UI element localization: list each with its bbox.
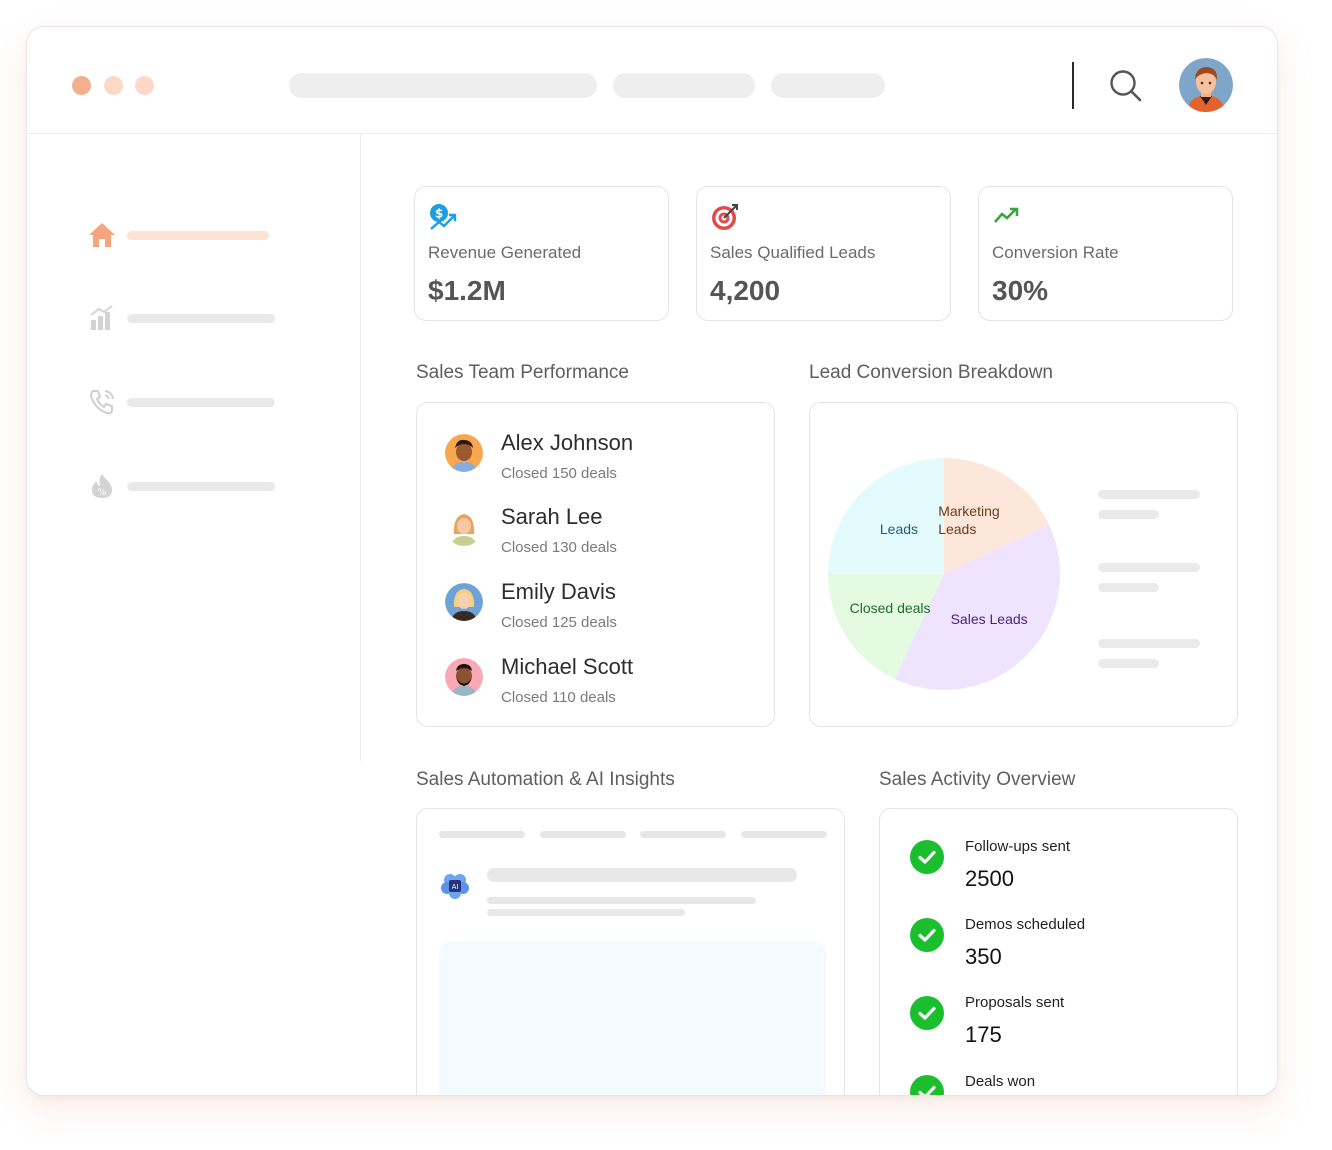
activity-label: Demos scheduled [965, 916, 1086, 933]
team-member[interactable]: Sarah Lee Closed 130 deals [445, 504, 765, 564]
activity-item: Demos scheduled 350 [910, 916, 1210, 978]
trend-up-icon [994, 207, 1019, 223]
sidebar-item-offers[interactable]: % [87, 471, 277, 501]
ai-tab-placeholder[interactable] [540, 831, 626, 838]
kpi-label: Conversion Rate [992, 243, 1119, 262]
ai-insight-title-placeholder [487, 868, 797, 882]
legend-placeholder [1098, 639, 1200, 648]
activity-item: Deals won [910, 1073, 1210, 1095]
text-cursor [1072, 62, 1074, 109]
ai-card: AI [416, 808, 845, 1095]
team-member[interactable]: Alex Johnson Closed 150 deals [445, 430, 765, 490]
kpi-value: 30% [992, 275, 1049, 306]
app-window: % $ Revenue Generated $1.2M Sales Qualif… [26, 26, 1278, 1096]
breakdown-section-title: Lead Conversion Breakdown [809, 362, 1053, 383]
activity-value: 2500 [965, 866, 1014, 891]
activity-item: Proposals sent 175 [910, 994, 1210, 1056]
activity-card: Follow-ups sent 2500 Demos scheduled 350… [879, 808, 1238, 1095]
pie-slice-label: Leads [879, 520, 919, 537]
avatar [445, 658, 483, 696]
pie-slice-label: Marketing Leads [938, 503, 1000, 538]
activity-section-title: Sales Activity Overview [879, 769, 1076, 790]
sidebar-divider [360, 134, 361, 761]
window-maximize-dot[interactable] [135, 76, 154, 95]
legend-placeholder [1098, 510, 1159, 519]
ai-insight-line-placeholder [487, 897, 756, 904]
sidebar-item-label-placeholder [127, 314, 275, 323]
avatar [445, 583, 483, 621]
activity-item: Follow-ups sent 2500 [910, 838, 1210, 900]
member-deals: Closed 130 deals [501, 539, 617, 556]
window-close-dot[interactable] [72, 76, 91, 95]
legend-placeholder [1098, 490, 1200, 499]
svg-text:$: $ [435, 207, 443, 221]
ai-tab-placeholder[interactable] [439, 831, 525, 838]
breakdown-card: Marketing Leads Sales Leads Closed deals Le… [809, 402, 1238, 727]
member-name: Alex Johnson [501, 430, 634, 455]
pie-slice-label: Closed deals [849, 600, 931, 617]
legend-placeholder [1098, 583, 1159, 592]
activity-label: Deals won [965, 1073, 1036, 1090]
member-deals: Closed 150 deals [501, 465, 617, 482]
window-minimize-dot[interactable] [104, 76, 123, 95]
team-member[interactable]: Michael Scott Closed 110 deals [445, 654, 765, 714]
team-member[interactable]: Emily Davis Closed 125 deals [445, 579, 765, 639]
ai-section-title: Sales Automation & AI Insights [416, 769, 675, 790]
activity-value: 350 [965, 944, 1002, 969]
revenue-icon: $ [430, 204, 457, 230]
sidebar-item-analytics[interactable] [87, 303, 277, 333]
sidebar-item-label-placeholder [127, 231, 269, 240]
member-deals: Closed 125 deals [501, 614, 617, 631]
check-icon [910, 840, 944, 874]
nav-tab-placeholder-1[interactable] [289, 73, 597, 98]
team-card: Alex Johnson Closed 150 deals Sarah Lee … [416, 402, 775, 727]
kpi-label: Sales Qualified Leads [710, 243, 876, 262]
avatar [445, 434, 483, 472]
legend-placeholder [1098, 659, 1159, 668]
ai-badge: AI [452, 883, 459, 891]
bar-chart-icon [90, 305, 113, 330]
user-avatar[interactable] [1179, 58, 1233, 112]
kpi-card-revenue: $ Revenue Generated $1.2M [414, 186, 669, 321]
check-icon [910, 1075, 944, 1095]
discount-flame-icon: % [92, 474, 112, 498]
nav-tab-placeholder-2[interactable] [613, 73, 755, 98]
phone-icon [89, 390, 114, 415]
sidebar-item-calls[interactable] [87, 387, 277, 417]
kpi-card-sql: Sales Qualified Leads 4,200 [696, 186, 951, 321]
kpi-value: 4,200 [710, 275, 781, 306]
search-icon[interactable] [1107, 67, 1143, 103]
kpi-card-conversion: Conversion Rate 30% [978, 186, 1233, 321]
top-bar [27, 27, 1277, 134]
sidebar-item-home[interactable] [87, 220, 277, 250]
pie-slice-label: Sales Leads [950, 611, 1028, 628]
ai-tab-placeholder[interactable] [741, 831, 827, 838]
ai-insight-panel [439, 942, 826, 1095]
team-section-title: Sales Team Performance [416, 362, 629, 383]
avatar [445, 508, 483, 546]
ai-tab-placeholder[interactable] [640, 831, 726, 838]
ai-brain-icon: AI [441, 874, 469, 899]
member-name: Emily Davis [501, 579, 616, 604]
target-icon [712, 204, 738, 230]
kpi-label: Revenue Generated [428, 243, 582, 262]
kpi-value: $1.2M [428, 275, 506, 306]
pie-chart [828, 458, 1060, 690]
member-deals: Closed 110 deals [501, 689, 616, 706]
nav-tab-placeholder-3[interactable] [771, 73, 885, 98]
activity-label: Follow-ups sent [965, 838, 1071, 855]
activity-label: Proposals sent [965, 994, 1065, 1011]
activity-value: 175 [965, 1022, 1002, 1047]
sidebar-item-label-placeholder [127, 482, 275, 491]
home-icon [89, 223, 115, 247]
ai-insight-line-placeholder [487, 909, 685, 916]
member-name: Michael Scott [501, 654, 634, 679]
legend-placeholder [1098, 563, 1200, 572]
sidebar-item-label-placeholder [127, 398, 275, 407]
pie-slice[interactable] [828, 458, 944, 574]
svg-text:%: % [98, 488, 107, 498]
check-icon [910, 996, 944, 1030]
member-name: Sarah Lee [501, 504, 603, 529]
check-icon [910, 918, 944, 952]
